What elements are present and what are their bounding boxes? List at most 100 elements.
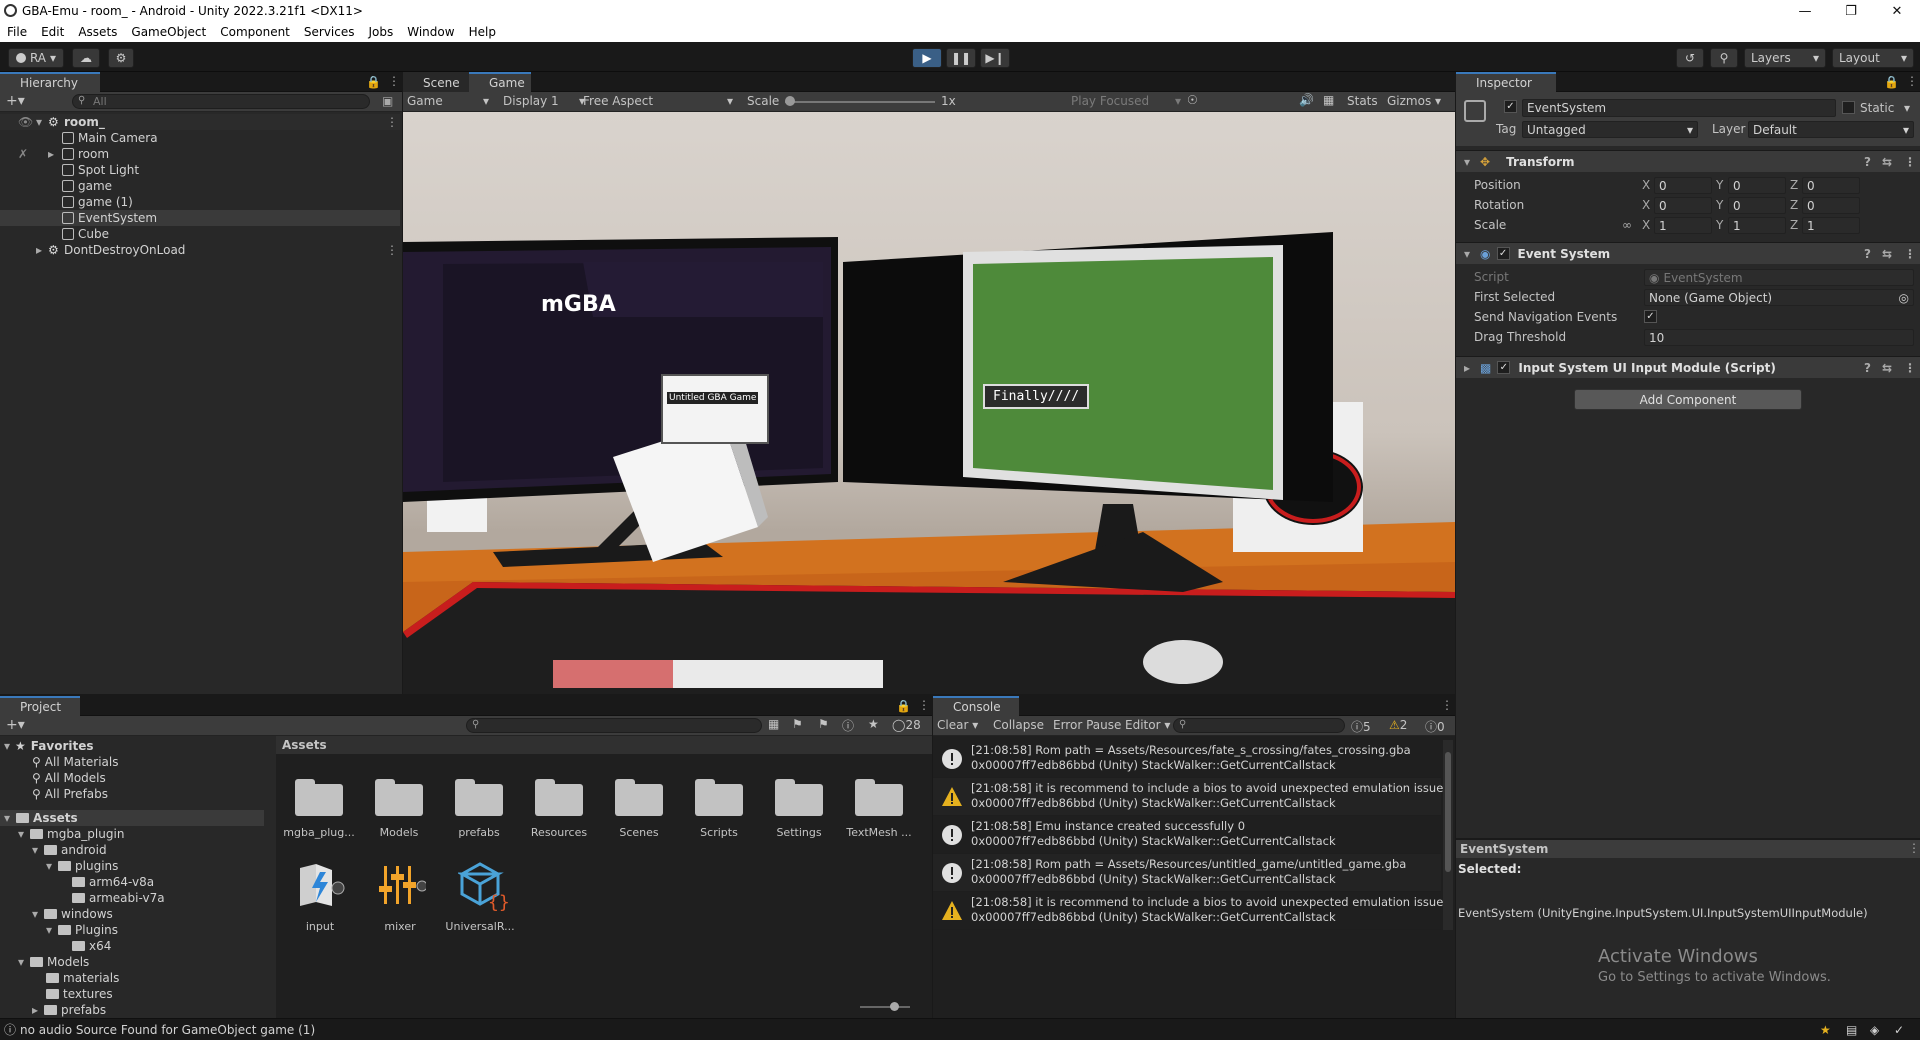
- console-scroll-thumb[interactable]: [1445, 752, 1451, 872]
- scale-z-field[interactable]: 1: [1802, 217, 1860, 234]
- tree-folder[interactable]: ▾ Models: [0, 954, 89, 970]
- step-button[interactable]: ▶❙: [980, 48, 1010, 68]
- layout-dropdown[interactable]: Layout ▾: [1832, 48, 1914, 68]
- lock-icon[interactable]: 🔒: [366, 75, 381, 89]
- hierarchy-item[interactable]: Spot Light: [0, 162, 400, 178]
- debug-mode-icon[interactable]: ★: [1820, 1023, 1831, 1037]
- folder-icon[interactable]: [534, 776, 584, 816]
- scale-slider-thumb[interactable]: [785, 96, 795, 106]
- tree-folder[interactable]: textures: [0, 986, 113, 1002]
- clear-button[interactable]: Clear ▾: [937, 718, 978, 732]
- folder-icon[interactable]: [854, 776, 904, 816]
- create-button[interactable]: +▾: [6, 717, 25, 733]
- help-icon[interactable]: ?: [1864, 361, 1871, 375]
- preset-icon[interactable]: ⇆: [1882, 361, 1892, 375]
- rotation-z-field[interactable]: 0: [1802, 197, 1860, 214]
- tab-hierarchy[interactable]: Hierarchy: [0, 72, 100, 92]
- urp-asset-icon[interactable]: {}: [456, 860, 512, 913]
- more-icon[interactable]: ⋮: [1441, 698, 1453, 712]
- mixer-asset-icon[interactable]: [378, 862, 428, 908]
- preset-icon[interactable]: ⇆: [1882, 247, 1892, 261]
- collapse-button[interactable]: Collapse: [993, 718, 1044, 732]
- hidden-icon[interactable]: ✗: [18, 147, 28, 161]
- tag-dropdown[interactable]: Untagged ▾: [1522, 121, 1698, 138]
- folder-icon[interactable]: [294, 776, 344, 816]
- input-module-header[interactable]: ▸ ▩ ✓ Input System UI Input Module (Scri…: [1456, 356, 1920, 378]
- game-mode-dropdown[interactable]: Game ▾: [407, 94, 493, 108]
- more-icon[interactable]: ⋮: [1906, 74, 1918, 88]
- component-menu-icon[interactable]: ⋮: [1904, 155, 1916, 169]
- hierarchy-item[interactable]: Cube: [0, 226, 400, 242]
- layers-dropdown[interactable]: Layers ▾: [1744, 48, 1826, 68]
- constrain-proportions-icon[interactable]: ∞: [1622, 218, 1632, 232]
- aspect-dropdown[interactable]: Free Aspect ▾: [583, 94, 733, 108]
- input-asset-icon[interactable]: [298, 862, 346, 908]
- drag-threshold-field[interactable]: 10: [1644, 329, 1914, 346]
- play-button[interactable]: ▶: [912, 48, 942, 68]
- scale-y-field[interactable]: 1: [1728, 217, 1786, 234]
- component-menu-icon[interactable]: ⋮: [1904, 361, 1916, 375]
- tree-folder[interactable]: materials: [0, 970, 119, 986]
- search-button[interactable]: ⚲: [1710, 48, 1738, 68]
- rotation-y-field[interactable]: 0: [1728, 197, 1786, 214]
- filter-icon[interactable]: ▣: [382, 94, 393, 108]
- hierarchy-item[interactable]: ✗ ▸ room: [0, 146, 400, 162]
- scene-more-icon[interactable]: ⋮: [386, 115, 398, 129]
- cache-server-icon[interactable]: ▤: [1846, 1023, 1857, 1037]
- auto-refresh-icon[interactable]: ✓: [1894, 1023, 1904, 1037]
- game-render[interactable]: mGBA Untitled GBA Game Finally////: [403, 112, 1455, 694]
- hierarchy-item-selected[interactable]: EventSystem: [0, 210, 400, 226]
- menu-jobs[interactable]: Jobs: [362, 25, 401, 39]
- layer-dropdown[interactable]: Default ▾: [1748, 121, 1914, 138]
- transform-header[interactable]: ▾ ✥ Transform ? ⇆ ⋮: [1456, 150, 1920, 172]
- warn-count-toggle[interactable]: ⚠2: [1389, 718, 1407, 732]
- console-log-entry[interactable]: [21:08:58] it is recommend to include a …: [933, 778, 1449, 816]
- event-system-checkbox[interactable]: ✓: [1496, 247, 1510, 260]
- breadcrumb-assets[interactable]: Assets: [282, 738, 327, 752]
- lock-icon[interactable]: 🔒: [896, 699, 911, 713]
- tree-folder[interactable]: arm64-v8a: [0, 874, 154, 890]
- tree-folder[interactable]: ▾ Plugins: [0, 922, 118, 938]
- tree-folder[interactable]: ▾ plugins: [0, 858, 118, 874]
- console-log-entry[interactable]: [21:08:58] Rom path = Assets/Resources/u…: [933, 854, 1441, 892]
- layout-grid-icon[interactable]: ▦: [1323, 93, 1334, 107]
- tree-folder[interactable]: x64: [0, 938, 111, 954]
- minimize-button[interactable]: —: [1782, 0, 1828, 22]
- scene-root-row[interactable]: 👁 ▾ ⚙ room_ ⋮: [0, 114, 400, 130]
- object-picker-icon[interactable]: ◎: [1899, 291, 1909, 305]
- dontdestroy-more-icon[interactable]: ⋮: [386, 243, 398, 257]
- history-button[interactable]: ↺: [1676, 48, 1704, 68]
- dontdestroy-row[interactable]: ▸ ⚙ DontDestroyOnLoad ⋮: [0, 242, 400, 258]
- menu-window[interactable]: Window: [400, 25, 461, 39]
- console-log-entry[interactable]: [21:08:58] Rom path = Assets/Resources/f…: [933, 740, 1441, 778]
- menu-edit[interactable]: Edit: [34, 25, 71, 39]
- mute-audio-icon[interactable]: 🔊: [1299, 93, 1314, 107]
- console-scrollbar[interactable]: [1443, 740, 1453, 930]
- status-message[interactable]: no audio Source Found for GameObject gam…: [20, 1023, 315, 1037]
- hierarchy-item[interactable]: game: [0, 178, 400, 194]
- lock-icon[interactable]: 🔒: [1884, 75, 1899, 89]
- search-by-label-icon[interactable]: ⚑: [792, 717, 803, 731]
- send-nav-checkbox[interactable]: ✓: [1644, 310, 1657, 323]
- folder-icon[interactable]: [694, 776, 744, 816]
- scale-x-field[interactable]: 1: [1654, 217, 1712, 234]
- more-icon[interactable]: ⋮: [918, 698, 930, 712]
- tab-project[interactable]: Project: [0, 696, 80, 716]
- folder-icon[interactable]: [374, 776, 424, 816]
- tree-folder[interactable]: ▾ android: [0, 842, 107, 858]
- first-selected-field[interactable]: None (Game Object) ◎: [1644, 289, 1914, 306]
- folder-icon[interactable]: [614, 776, 664, 816]
- event-system-header[interactable]: ▾ ◉ ✓ Event System ? ⇆ ⋮: [1456, 242, 1920, 264]
- tree-folder[interactable]: ▸ prefabs: [0, 1002, 106, 1018]
- fav-item[interactable]: ⚲ All Materials: [0, 754, 119, 770]
- console-log-entry[interactable]: [21:08:58] Emu instance created successf…: [933, 816, 1441, 854]
- close-button[interactable]: ✕: [1874, 0, 1920, 22]
- editor-dropdown[interactable]: Editor ▾: [1125, 718, 1170, 732]
- hierarchy-item[interactable]: Main Camera: [0, 130, 400, 146]
- info-count-toggle[interactable]: ⓘ5: [1351, 718, 1371, 735]
- tag-icon[interactable]: ⚑: [818, 717, 829, 731]
- menu-component[interactable]: Component: [213, 25, 297, 39]
- restore-button[interactable]: ❐: [1828, 0, 1874, 22]
- cloud-button[interactable]: ☁: [72, 48, 100, 68]
- menu-file[interactable]: File: [0, 25, 34, 39]
